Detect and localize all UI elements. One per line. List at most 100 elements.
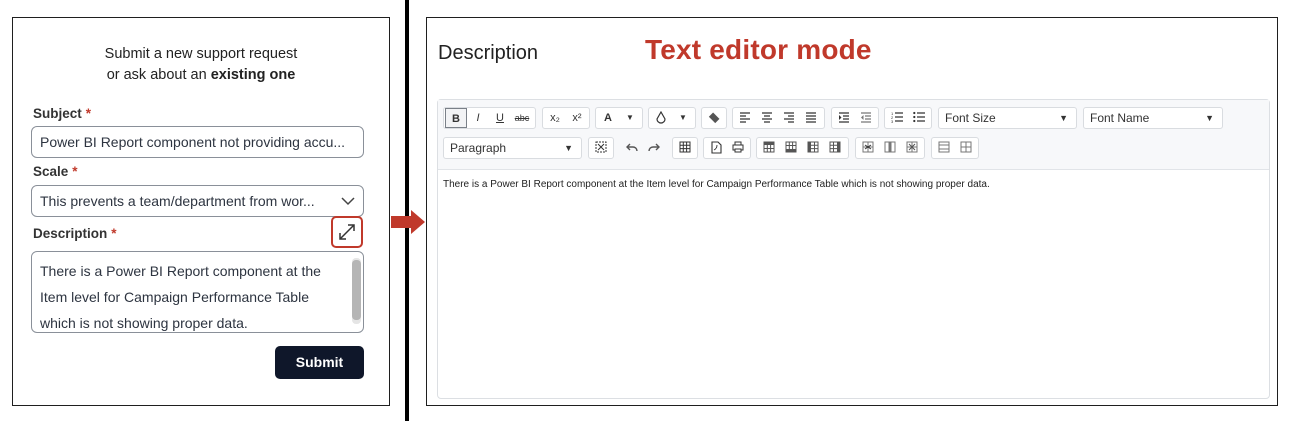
indent-button[interactable]: [833, 108, 855, 128]
justify-icon: [806, 112, 816, 123]
superscript-button[interactable]: x²: [566, 108, 588, 128]
export-group: [703, 137, 751, 159]
merge-cells-button[interactable]: [933, 138, 955, 158]
delete-table-icon: [906, 141, 918, 153]
arrow-right-icon: [391, 210, 425, 234]
table-column-icon: [829, 141, 841, 153]
outdent-button[interactable]: [855, 108, 877, 128]
ordered-list-button[interactable]: 123: [886, 108, 908, 128]
pdf-icon: [710, 141, 722, 154]
align-center-icon: [762, 112, 772, 123]
heading-prefix: or ask about an: [106, 67, 211, 83]
align-left-icon: [740, 112, 750, 123]
italic-button[interactable]: I: [467, 108, 489, 128]
delete-table-button[interactable]: [901, 138, 923, 158]
editor-title: Description: [438, 42, 539, 64]
export-pdf-button[interactable]: [705, 138, 727, 158]
font-name-dropdown[interactable]: Font Name ▼: [1083, 107, 1223, 129]
ordered-list-icon: 123: [891, 111, 903, 123]
script-group: x₂ x²: [542, 107, 590, 129]
subject-input[interactable]: Power BI Report component not providing …: [31, 126, 364, 158]
scale-selected-value: This prevents a team/department from wor…: [40, 193, 315, 209]
chevron-down-icon: ▼: [1059, 113, 1068, 123]
align-right-button[interactable]: [778, 108, 800, 128]
history-group: [619, 137, 667, 159]
bg-color-dropdown[interactable]: ▼: [672, 108, 694, 128]
align-center-button[interactable]: [756, 108, 778, 128]
subscript-button[interactable]: x₂: [544, 108, 566, 128]
background-color-button[interactable]: [650, 108, 672, 128]
scrollbar-thumb[interactable]: [352, 260, 361, 320]
redo-button[interactable]: [643, 138, 665, 158]
fullscreen-group: [588, 137, 614, 159]
table-row-icon: [785, 141, 797, 153]
undo-button[interactable]: [621, 138, 643, 158]
undo-icon: [626, 143, 638, 152]
expand-editor-button[interactable]: [331, 216, 363, 248]
font-size-dropdown[interactable]: Font Size ▼: [938, 107, 1077, 129]
subject-label: Subject *: [33, 106, 91, 121]
editor-content[interactable]: There is a Power BI Report component at …: [443, 179, 990, 190]
font-color-dropdown[interactable]: ▼: [619, 108, 641, 128]
insert-row-below-button[interactable]: [780, 138, 802, 158]
table-delete-group: [855, 137, 925, 159]
strikethrough-button[interactable]: abc: [511, 108, 533, 128]
insert-column-right-button[interactable]: [824, 138, 846, 158]
align-right-icon: [784, 112, 794, 123]
submit-button[interactable]: Submit: [275, 346, 364, 379]
delete-row-icon: [862, 141, 874, 153]
scale-label-text: Scale: [33, 164, 69, 179]
fullscreen-icon: [595, 141, 607, 153]
description-text: There is a Power BI Report component at …: [40, 263, 321, 331]
svg-text:3: 3: [891, 119, 894, 123]
insert-table-button[interactable]: [674, 138, 696, 158]
split-cells-icon: [960, 141, 972, 153]
editor-toolbar: B I U abc x₂ x² A ▼ ▼ 1 2 3 Font Size ▼ …: [438, 100, 1269, 170]
format-group: B I U abc: [443, 107, 536, 129]
justify-button[interactable]: [800, 108, 822, 128]
list-group: 123: [884, 107, 932, 129]
subject-label-text: Subject: [33, 106, 82, 121]
font-name-label: Font Name: [1090, 111, 1150, 125]
insert-row-above-button[interactable]: [758, 138, 780, 158]
insert-table-group: [672, 137, 698, 159]
form-heading-line1: Submit a new support request: [104, 46, 298, 62]
required-mark: *: [85, 106, 92, 121]
delete-column-button[interactable]: [879, 138, 901, 158]
indent-icon: [839, 112, 849, 123]
scale-select[interactable]: This prevents a team/department from wor…: [31, 185, 364, 217]
unordered-list-icon: [913, 111, 925, 123]
droplet-icon: [656, 111, 666, 124]
clear-format-button[interactable]: [703, 108, 725, 128]
editor-mode-label: Text editor mode: [645, 34, 872, 65]
bold-button[interactable]: B: [445, 108, 467, 128]
block-format-dropdown[interactable]: Paragraph ▼: [443, 137, 582, 159]
redo-icon: [648, 143, 660, 152]
required-mark: *: [72, 164, 78, 179]
description-textarea[interactable]: There is a Power BI Report component at …: [31, 251, 364, 333]
split-cells-button[interactable]: [955, 138, 977, 158]
align-left-button[interactable]: [734, 108, 756, 128]
block-format-label: Paragraph: [450, 141, 507, 155]
table-column-icon: [807, 141, 819, 153]
table-rows-group: [756, 137, 849, 159]
print-button[interactable]: [727, 138, 749, 158]
chevron-down-icon: ▼: [1205, 113, 1214, 123]
font-color-button[interactable]: A: [597, 108, 619, 128]
fullscreen-button[interactable]: [590, 138, 612, 158]
bg-color-group: ▼: [648, 107, 696, 129]
chevron-down-icon: ▼: [564, 143, 573, 153]
delete-row-button[interactable]: [857, 138, 879, 158]
insert-column-left-button[interactable]: [802, 138, 824, 158]
table-row-icon: [763, 141, 775, 153]
underline-button[interactable]: U: [489, 108, 511, 128]
delete-column-icon: [884, 141, 896, 153]
alignment-group: [732, 107, 825, 129]
description-label-text: Description: [33, 226, 108, 241]
cell-group: [931, 137, 979, 159]
description-label: Description *: [33, 226, 117, 241]
textarea-scrollbar[interactable]: [352, 258, 361, 324]
rich-text-editor: B I U abc x₂ x² A ▼ ▼ 1 2 3 Font Size ▼ …: [437, 99, 1270, 399]
font-color-group: A ▼: [595, 107, 643, 129]
unordered-list-button[interactable]: [908, 108, 930, 128]
